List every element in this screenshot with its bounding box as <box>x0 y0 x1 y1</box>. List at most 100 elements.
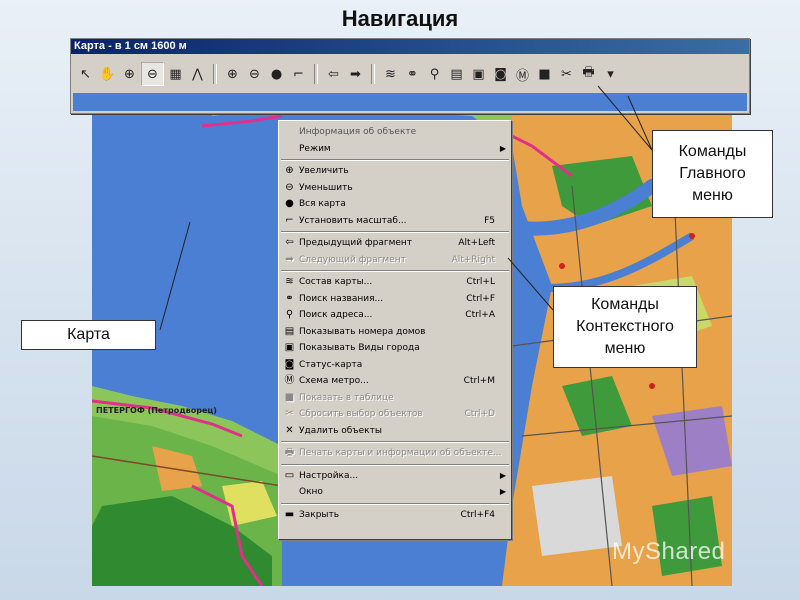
menu-item-label: Состав карты... <box>299 277 373 287</box>
menu-separator <box>281 231 509 233</box>
table-icon[interactable]: ■ <box>534 63 555 85</box>
submenu-arrow-icon: ▶ <box>499 487 506 496</box>
menu-separator <box>281 270 509 272</box>
binoculars-icon[interactable]: ⚭ <box>402 63 423 85</box>
deselect-icon[interactable]: ✂ <box>556 63 577 85</box>
menu-item-label: Уменьшить <box>299 182 353 193</box>
menu-item[interactable]: ▭ Настройка... ▶ <box>279 468 511 485</box>
menu-item[interactable]: ⚭ Поиск названия... Ctrl+F <box>279 291 511 308</box>
menu-item-icon: ■ <box>284 391 295 403</box>
layers-icon[interactable]: ≋ <box>380 63 401 85</box>
menu-item[interactable]: ⊕ Увеличить <box>279 163 511 180</box>
menu-item[interactable]: ■ Показать в таблице <box>279 390 511 407</box>
hand-pan-icon[interactable]: ✋ <box>97 63 118 85</box>
compass-icon[interactable]: ⋀ <box>187 63 208 85</box>
menu-item[interactable]: ⇦ Предыдущий фрагмент Alt+Left <box>279 235 511 252</box>
menu-separator <box>281 159 509 161</box>
menu-item-icon: ⊕ <box>285 165 294 176</box>
callout-main-menu: Команды Главного меню <box>652 130 773 218</box>
menu-item-icon: ⊖ <box>285 181 294 193</box>
menu-item-icon: ▤ <box>284 325 295 337</box>
menu-item-icon: ⌐ <box>285 214 294 226</box>
callout-map: Карта <box>21 320 156 350</box>
menu-item-shortcut: F5 <box>484 215 495 226</box>
menu-item-icon: ≋ <box>285 276 294 287</box>
train-icon[interactable]: ▦ <box>165 63 186 85</box>
menu-item-label: Показать в таблице <box>299 392 394 403</box>
camera-icon[interactable]: ▣ <box>468 63 489 85</box>
window-titlebar[interactable]: Карта - в 1 см 1600 м <box>71 39 749 54</box>
menu-item-icon: ⚭ <box>285 292 294 304</box>
arrow-pointer-icon[interactable]: ↖ <box>75 63 96 85</box>
toolbar-separator <box>314 64 318 84</box>
menu-item-icon: ▭ <box>284 469 295 481</box>
back-arrow-icon[interactable]: ⇦ <box>323 63 344 85</box>
menu-item[interactable]: ⌐ Установить масштаб... F5 <box>279 213 511 230</box>
toolbar-separator <box>371 64 375 84</box>
zoom-out-icon[interactable]: ⊖ <box>141 62 164 86</box>
plus-circle-icon[interactable]: ⊕ <box>222 63 243 85</box>
menu-item[interactable]: Информация об объекте <box>279 124 511 141</box>
menu-item-icon: ▣ <box>284 342 295 353</box>
menu-item[interactable]: Ⓜ Схема метро... Ctrl+M <box>279 373 511 390</box>
scale-ruler-icon[interactable]: ⌐ <box>288 63 309 85</box>
menu-item-label: Информация об объекте <box>299 127 417 137</box>
menu-item-shortcut: Ctrl+M <box>463 376 495 386</box>
slide-title: Навигация <box>341 6 459 31</box>
menu-item-icon: ● <box>285 198 294 209</box>
menu-item-label: Закрыть <box>299 509 340 520</box>
dropdown-arrow-icon[interactable]: ▾ <box>600 63 621 85</box>
metro-icon[interactable]: Ⓜ <box>512 63 533 85</box>
menu-item-label: Удалить объекты <box>299 425 382 436</box>
map-label-peterhof: ПЕТЕРГОФ (Петродворец) <box>96 406 217 415</box>
menu-item-label: Печать карты и информации об объекте... <box>299 448 502 458</box>
menu-item[interactable]: ✂ Сбросить выбор объектов Ctrl+D <box>279 406 511 423</box>
menu-item-shortcut: Alt+Right <box>451 254 495 265</box>
menu-item-icon: ▬ <box>284 508 295 520</box>
menu-item[interactable]: ⊖ Уменьшить <box>279 180 511 197</box>
menu-item[interactable]: ✕ Удалить объекты <box>279 423 511 440</box>
menu-item[interactable]: 🖶 Печать карты и информации об объекте... <box>279 445 511 462</box>
menu-item-icon: ➡ <box>285 253 294 265</box>
menu-item[interactable]: Окно ▶ <box>279 484 511 501</box>
zoom-in-icon[interactable]: ⊕ <box>119 63 140 85</box>
app-window: Карта - в 1 см 1600 м ↖ ✋ ⊕ ⊖ ▦ ⋀ ⊕ ⊖ ● ⌐ ⇦ ➡ ≋ ⚭ ⚲ ▤ ▣ ◙… <box>70 38 750 114</box>
menu-item[interactable]: ▣ Показывать Виды города <box>279 340 511 357</box>
watermark: MyShared <box>612 538 726 565</box>
menu-item-shortcut: Ctrl+A <box>465 310 495 320</box>
menu-separator <box>281 441 509 443</box>
menu-item-icon: ✕ <box>285 424 294 436</box>
globe-icon[interactable]: ● <box>266 63 287 85</box>
menu-item-label: Вся карта <box>299 199 346 209</box>
menu-item-shortcut: Ctrl+D <box>464 409 496 419</box>
menu-item-label: Следующий фрагмент <box>299 254 406 265</box>
menu-item-label: Схема метро... <box>299 376 369 386</box>
print-icon[interactable]: 🖶 <box>578 63 599 85</box>
menu-item-label: Режим <box>299 143 331 154</box>
menu-item-shortcut: Ctrl+L <box>466 277 495 287</box>
status-map-icon[interactable]: ◙ <box>490 63 511 85</box>
menu-item[interactable]: ➡ Следующий фрагмент Alt+Right <box>279 252 511 269</box>
minus-circle-icon[interactable]: ⊖ <box>244 63 265 85</box>
menu-item-label: Показывать номера домов <box>299 326 426 337</box>
menu-item-label: Поиск адреса... <box>299 310 373 320</box>
menu-item-label: Поиск названия... <box>299 293 384 304</box>
menu-item-icon: ⚲ <box>285 309 294 320</box>
house-numbers-icon[interactable]: ▤ <box>446 63 467 85</box>
menu-item[interactable]: ◙ Статус-карта <box>279 357 511 374</box>
menu-item[interactable]: ▬ Закрыть Ctrl+F4 <box>279 507 511 524</box>
menu-item[interactable]: ● Вся карта <box>279 196 511 213</box>
forward-arrow-icon[interactable]: ➡ <box>345 63 366 85</box>
context-menu: Информация об объекте Режим ▶ ⊕ Увеличить ⊖ Ум… <box>278 120 512 540</box>
menu-item-label: Показывать Виды города <box>299 343 420 353</box>
menu-item-label: Предыдущий фрагмент <box>299 238 413 248</box>
menu-item[interactable]: ≋ Состав карты... Ctrl+L <box>279 274 511 291</box>
menu-item[interactable]: ⚲ Поиск адреса... Ctrl+A <box>279 307 511 324</box>
menu-item[interactable]: ▤ Показывать номера домов <box>279 324 511 341</box>
toolbar-separator <box>213 64 217 84</box>
menu-item-shortcut: Ctrl+F4 <box>460 509 495 520</box>
menu-separator <box>281 463 509 466</box>
address-search-icon[interactable]: ⚲ <box>424 63 445 85</box>
menu-item-shortcut: Ctrl+F <box>466 293 495 304</box>
menu-item[interactable]: Режим ▶ <box>279 141 511 158</box>
